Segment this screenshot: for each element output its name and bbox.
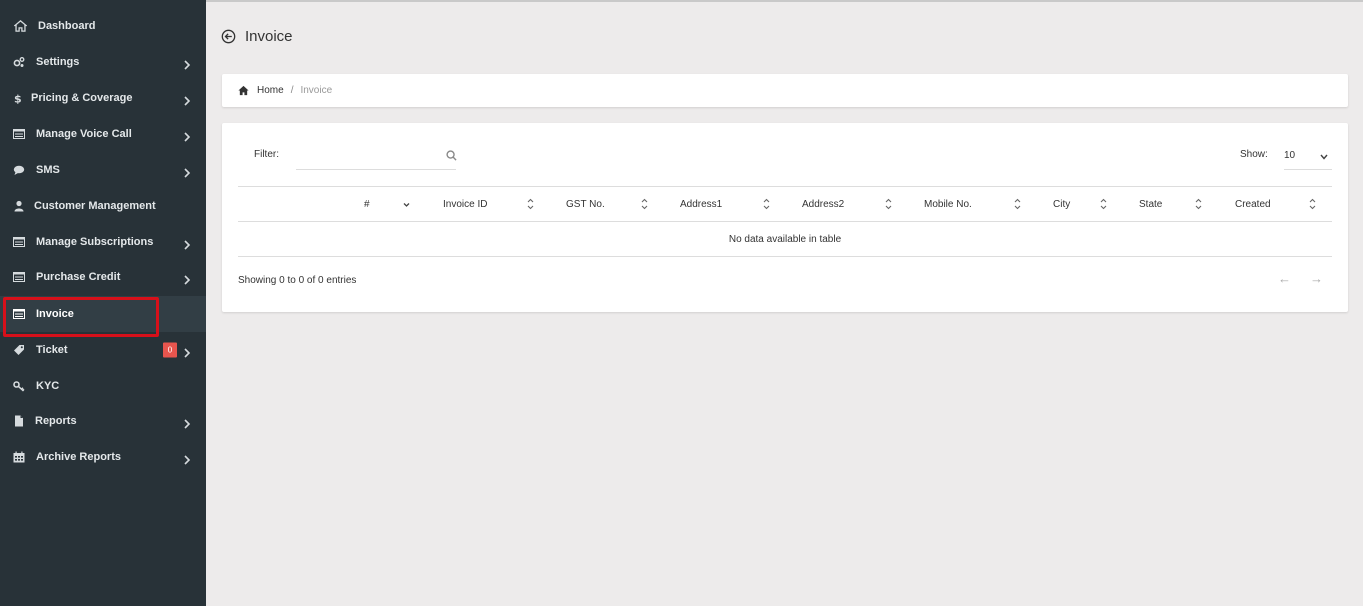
invoice-table-card: Filter: Show: 10 # Invoice ID GST No. Ad… [222,123,1348,312]
next-page-button[interactable]: → [1310,271,1323,286]
sidebar-item-archive-reports[interactable]: Archive Reports [0,439,206,475]
sidebar-item-settings[interactable]: Settings [0,44,206,80]
column-header-address2[interactable]: Address2 [802,187,844,221]
sidebar-item-label: Settings [36,56,80,68]
sort-icon [641,197,648,210]
ticket-count-badge: 0 [163,342,177,358]
chevron-right-icon [183,237,191,250]
sort-desc-icon [403,198,410,210]
sidebar-item-pricing-coverage[interactable]: $ Pricing & Coverage [0,80,206,116]
sort-icon [1014,197,1021,210]
svg-text:$: $ [14,93,22,105]
sidebar-item-label: Customer Management [34,200,156,212]
column-header-gst-no[interactable]: GST No. [566,187,605,221]
filter-input[interactable] [296,142,456,170]
sort-icon [885,197,892,210]
sidebar: Dashboard Settings $ Pricing & Coverage … [0,0,206,606]
chevron-right-icon [183,272,191,285]
breadcrumb-home-link[interactable]: Home [257,85,284,96]
column-header-mobile-no[interactable]: Mobile No. [924,187,972,221]
list-icon [13,308,25,320]
table-empty-row: No data available in table [238,222,1332,257]
list-icon [13,236,25,248]
sort-icon [763,197,770,210]
breadcrumb-card: Home / Invoice [222,74,1348,107]
list-icon [13,128,25,140]
sidebar-item-sms[interactable]: SMS [0,152,206,188]
sidebar-item-label: Purchase Credit [36,271,121,283]
home-icon [14,20,27,33]
list-icon [13,271,25,283]
column-header-address1[interactable]: Address1 [680,187,722,221]
table-header: # Invoice ID GST No. Address1 Address2 M… [238,186,1332,222]
page-length-value: 10 [1284,150,1296,161]
sidebar-item-ticket[interactable]: Ticket 0 [0,332,206,368]
sidebar-item-label: Manage Subscriptions [36,236,154,248]
back-arrow-icon[interactable] [221,29,236,44]
page-title: Invoice [245,28,293,45]
breadcrumb-separator: / [290,85,294,96]
sidebar-item-purchase-credit[interactable]: Purchase Credit [0,259,206,295]
gears-icon [13,56,25,68]
sidebar-item-invoice[interactable]: Invoice [0,296,206,332]
key-icon [13,380,25,392]
dollar-icon: $ [12,92,24,105]
chevron-down-icon [1320,152,1328,160]
sidebar-item-manage-voice-call[interactable]: Manage Voice Call [0,116,206,152]
sidebar-item-label: KYC [36,380,60,392]
search-icon [446,148,457,161]
ticket-icon [13,344,25,356]
column-header-number[interactable]: # [364,187,370,221]
chevron-right-icon [183,345,191,358]
table-info: Showing 0 to 0 of 0 entries [238,275,357,286]
sidebar-item-label: Reports [35,415,77,427]
column-header-state[interactable]: State [1139,187,1162,221]
sort-icon [527,197,534,210]
chevron-right-icon [183,129,191,142]
breadcrumb: Home / Invoice [238,74,332,107]
page-header: Invoice [221,28,293,45]
sidebar-item-label: Invoice [36,308,74,320]
sort-icon [1100,197,1107,210]
home-icon [238,85,249,96]
previous-page-button[interactable]: ← [1278,271,1291,286]
sidebar-item-kyc[interactable]: KYC [0,368,206,404]
sort-icon [1195,197,1202,210]
chevron-right-icon [183,165,191,178]
sidebar-item-label: Ticket [36,344,68,356]
sidebar-item-label: Manage Voice Call [36,128,132,140]
breadcrumb-current: Invoice [300,85,333,96]
sort-icon [1309,197,1316,210]
file-icon [13,415,25,427]
sidebar-item-reports[interactable]: Reports [0,403,206,439]
sidebar-item-label: SMS [36,164,60,176]
sidebar-item-manage-subscriptions[interactable]: Manage Subscriptions [0,224,206,260]
chevron-right-icon [183,57,191,70]
column-header-invoice-id[interactable]: Invoice ID [443,187,487,221]
chevron-right-icon [183,416,191,429]
chevron-right-icon [183,93,191,106]
column-header-created[interactable]: Created [1235,187,1271,221]
sidebar-item-label: Pricing & Coverage [31,92,133,104]
sidebar-item-dashboard[interactable]: Dashboard [0,8,206,44]
user-icon [13,200,25,212]
show-label: Show: [1240,149,1268,160]
column-header-city[interactable]: City [1053,187,1070,221]
filter-label: Filter: [254,149,279,160]
sidebar-item-customer-management[interactable]: Customer Management [0,188,206,224]
calendar-icon [13,451,25,463]
page-length-select[interactable]: 10 [1284,142,1332,170]
sidebar-item-label: Dashboard [38,20,96,32]
sidebar-item-label: Archive Reports [36,451,121,463]
chevron-right-icon [183,452,191,465]
top-border [206,0,1363,2]
chat-icon [13,164,25,176]
